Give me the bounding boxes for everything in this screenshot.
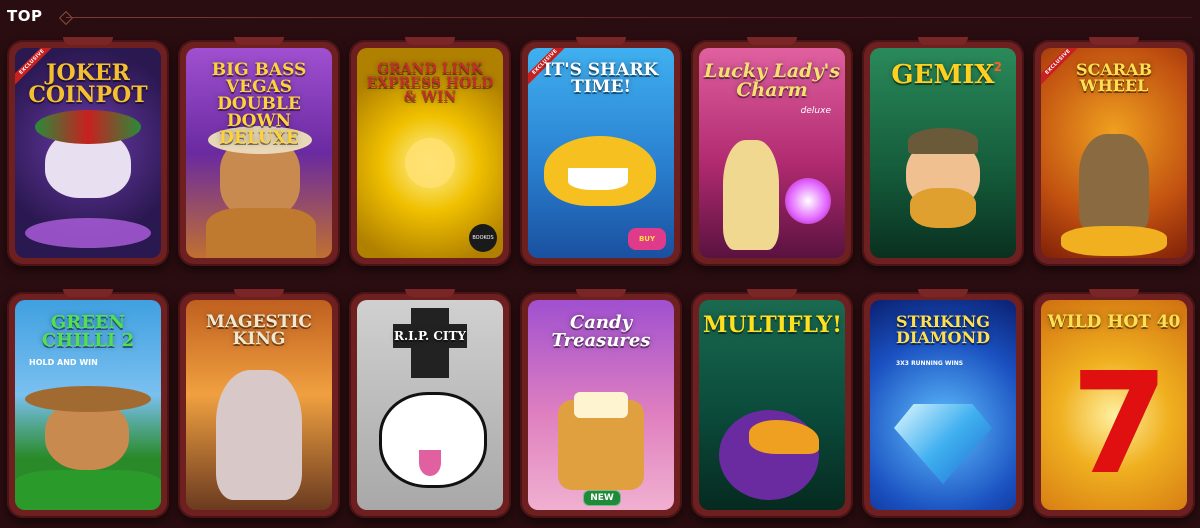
game-thumbnail: GREEN CHILLI 2 HOLD AND WIN: [15, 300, 161, 510]
game-thumbnail: 7 WILD HOT 40: [1041, 300, 1187, 510]
game-card-grand-link-express[interactable]: BOOKOS HUNT GRAND LINK EXPRESS HOLD & WI…: [349, 37, 511, 266]
dwarf-beard: [910, 188, 976, 228]
new-badge: NEW: [583, 490, 621, 506]
divider-diamond: [58, 10, 74, 26]
header-divider: [66, 17, 1192, 18]
game-title: R.I.P. CITY: [394, 329, 466, 343]
game-title: Lucky Lady's Charm: [703, 60, 841, 101]
game-thumbnail: BOOKOS HUNT GRAND LINK EXPRESS HOLD & WI…: [357, 48, 503, 258]
game-title: GREEN CHILLI 2: [41, 312, 135, 351]
game-title: STRIKING DIAMOND: [896, 312, 990, 347]
game-card-gemix-2[interactable]: GEMIX 2: [862, 37, 1024, 266]
game-card-its-shark-time[interactable]: EXCLUSIVE BUY BONUS IT'S SHARK TIME!: [520, 37, 682, 266]
game-card-striking-diamond[interactable]: STRIKING DIAMOND 3X3 RUNNING WINS: [862, 289, 1024, 518]
game-thumbnail: MULTIFLY!: [699, 300, 845, 510]
game-thumbnail: STRIKING DIAMOND 3X3 RUNNING WINS: [870, 300, 1016, 510]
bookos-hunt-badge: BOOKOS HUNT: [469, 224, 497, 252]
game-subtitle: 2: [993, 60, 1002, 74]
shark-teeth: [568, 168, 628, 190]
game-title: MULTIFLY!: [703, 312, 842, 338]
diamond-gem: [894, 404, 992, 484]
toucan-beak: [749, 420, 819, 454]
joker-hat: [35, 110, 141, 144]
game-title: GRAND LINK EXPRESS HOLD & WIN: [366, 61, 494, 105]
game-title: BIG BASS VEGAS DOUBLE DOWN DELUXE: [211, 60, 307, 148]
game-card-magestic-king[interactable]: MAGESTIC KING: [178, 289, 340, 518]
sombrero: [25, 386, 151, 412]
game-thumbnail: EXCLUSIVE SCARAB WHEEL: [1041, 48, 1187, 258]
game-title: SCARAB WHEEL: [1076, 60, 1152, 95]
game-title: Candy Treasures: [551, 312, 651, 351]
game-card-scarab-wheel[interactable]: EXCLUSIVE SCARAB WHEEL: [1033, 37, 1195, 266]
game-thumbnail: MAGESTIC KING: [186, 300, 332, 510]
game-card-lucky-ladys-charm[interactable]: Lucky Lady's Charm deluxe: [691, 37, 853, 266]
glow-coin: [405, 138, 455, 188]
cat-tongue: [419, 450, 441, 476]
game-subtitle: 3X3 RUNNING WINS: [896, 360, 964, 367]
fisherman-body: [206, 208, 316, 258]
game-card-multifly[interactable]: MULTIFLY!: [691, 289, 853, 518]
buy-bonus-badge: BUY BONUS: [628, 228, 666, 258]
game-subtitle: HOLD AND WIN: [29, 358, 98, 367]
game-thumbnail: BIG BASS VEGAS DOUBLE DOWN DELUXE: [186, 48, 332, 258]
cat-figure: [1079, 134, 1149, 234]
game-card-joker-coinpot[interactable]: EXCLUSIVE JOKER COINPOT: [7, 37, 169, 266]
butter: [574, 392, 628, 418]
game-card-rip-city[interactable]: R.I.P. CITY: [349, 289, 511, 518]
magic-orb: [785, 178, 831, 224]
coin-platform: [25, 218, 151, 248]
game-card-candy-treasures[interactable]: Candy Treasures NEW: [520, 289, 682, 518]
game-card-wild-hot-40[interactable]: 7 WILD HOT 40: [1033, 289, 1195, 518]
game-thumbnail: EXCLUSIVE BUY BONUS IT'S SHARK TIME!: [528, 48, 674, 258]
gold-coins: [1061, 226, 1167, 256]
lion-figure: [216, 370, 302, 500]
game-subtitle: deluxe: [800, 106, 831, 116]
game-title: MAGESTIC KING: [206, 312, 312, 349]
game-title: WILD HOT 40: [1047, 312, 1181, 332]
lady-figure: [723, 140, 779, 250]
chilli-pile: [15, 470, 161, 510]
game-thumbnail: Candy Treasures NEW: [528, 300, 674, 510]
game-thumbnail: Lucky Lady's Charm deluxe: [699, 48, 845, 258]
game-card-big-bass-vegas[interactable]: BIG BASS VEGAS DOUBLE DOWN DELUXE: [178, 37, 340, 266]
game-thumbnail: EXCLUSIVE JOKER COINPOT: [15, 48, 161, 258]
lucky-seven: 7: [1071, 343, 1169, 506]
section-title: TOP: [7, 7, 43, 25]
game-title: JOKER COINPOT: [28, 60, 148, 108]
game-thumbnail: GEMIX 2: [870, 48, 1016, 258]
game-card-green-chilli-2[interactable]: GREEN CHILLI 2 HOLD AND WIN: [7, 289, 169, 518]
game-title: GEMIX: [891, 60, 995, 90]
section-header: TOP: [0, 0, 1200, 34]
game-title: IT'S SHARK TIME!: [543, 60, 659, 97]
game-thumbnail: R.I.P. CITY: [357, 300, 503, 510]
miner-helmet: [908, 128, 978, 154]
